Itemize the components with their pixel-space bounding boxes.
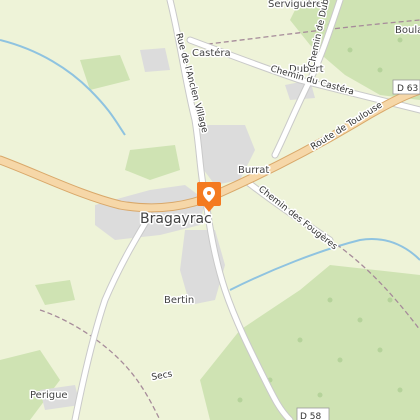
road-label-d58: D 58: [300, 412, 322, 420]
map-canvas[interactable]: Serviguère Boula Castéra Dubert Burrat B…: [0, 0, 420, 420]
place-label-bragayrac: Bragayrac: [140, 211, 212, 227]
place-label-burrat: Burrat: [238, 165, 269, 176]
place-label-boula: Boula: [395, 25, 420, 36]
place-label-perigue: Perigue: [30, 390, 68, 401]
place-label-serviguere: Serviguère: [268, 0, 322, 10]
road-label-d63: D 63: [397, 84, 418, 94]
place-label-castera: Castéra: [192, 47, 231, 59]
map-view[interactable]: Serviguère Boula Castéra Dubert Burrat B…: [0, 0, 420, 420]
place-label-bertin: Bertin: [164, 295, 194, 306]
